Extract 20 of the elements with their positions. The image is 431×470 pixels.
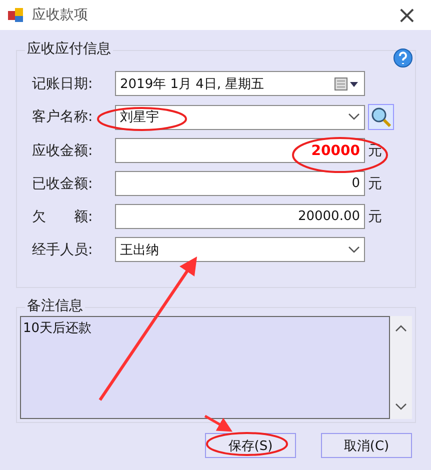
group-title: 应收应付信息 <box>25 40 113 58</box>
date-field[interactable]: 2019年 1月 4日, 星期五 <box>115 71 365 96</box>
handler-combo[interactable]: 王出纳 <box>115 237 365 262</box>
close-button[interactable]: × <box>390 3 423 27</box>
customer-combo[interactable]: 刘星宇 <box>115 104 365 130</box>
field-label: 欠 额: <box>32 208 94 226</box>
field-label: 经手人员: <box>32 240 94 258</box>
window-title: 应收款项 <box>32 6 89 24</box>
field-label: 客户名称: <box>32 108 94 126</box>
unit-label: 元 <box>368 208 383 226</box>
amount-field[interactable]: 20000.00 <box>115 204 365 229</box>
amount-field[interactable]: 0 <box>115 171 365 196</box>
group-title: 备注信息 <box>25 297 85 315</box>
field-label: 应收金额: <box>32 142 94 160</box>
unit-label: 元 <box>368 174 383 192</box>
field-label: 已收金额: <box>32 174 94 192</box>
field-label: 记账日期: <box>32 74 94 92</box>
cancel-button[interactable]: 取消(C) <box>321 433 412 458</box>
amount-field[interactable]: 20000 <box>115 138 365 163</box>
notes-field[interactable]: 10天后还款 <box>20 316 390 419</box>
